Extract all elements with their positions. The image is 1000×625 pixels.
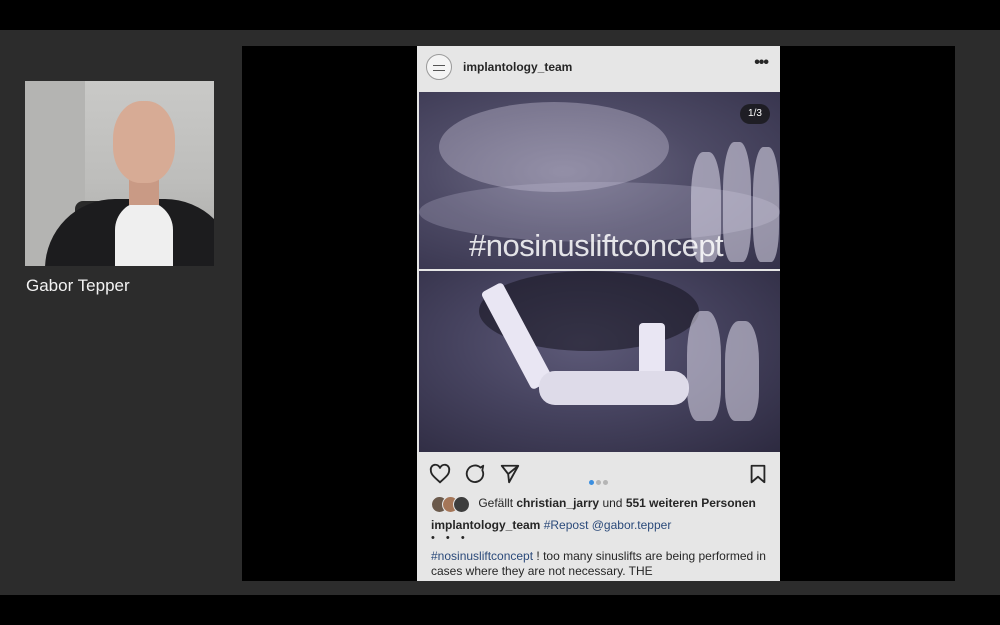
caption-mention[interactable]: @gabor.tepper: [592, 518, 672, 532]
likes-middle: und: [602, 496, 623, 511]
image-hashtag-overlay: #nosinusliftconcept: [469, 228, 724, 263]
xray-sinus: [439, 102, 669, 192]
caption-username[interactable]: implantology_team: [431, 518, 540, 532]
likes-others[interactable]: 551 weiteren Personen: [626, 496, 756, 510]
bookmark-icon[interactable]: [747, 463, 769, 485]
more-icon[interactable]: •••: [754, 54, 769, 72]
speaker-video: [25, 81, 214, 266]
liker-avatar: [453, 496, 470, 513]
caption-ellipsis: • • •: [431, 532, 469, 544]
post-header: implantology_team •••: [417, 46, 780, 90]
likes-line: Gefällt christian_jarry und 551 weiteren…: [431, 496, 756, 513]
xray-tooth: [725, 321, 759, 421]
carousel-dots: [589, 472, 610, 490]
speaker-shirt: [115, 201, 173, 266]
caption-text: #nosinusliftconcept ! too many sinuslift…: [431, 549, 771, 579]
top-black-bar: [0, 0, 1000, 30]
xray-tooth: [723, 142, 751, 262]
carousel-dot: [589, 480, 594, 485]
post-actions: [417, 460, 780, 488]
likes-user[interactable]: christian_jarry: [516, 496, 599, 510]
image-counter-badge: 1/3: [740, 104, 770, 124]
xray-tooth: [753, 147, 779, 262]
xray-image-before: 1/3 #nosinusliftconcept: [419, 92, 780, 269]
profile-avatar[interactable]: [426, 54, 452, 80]
share-icon[interactable]: [499, 463, 521, 485]
carousel-dot: [596, 480, 601, 485]
caption-hashtag[interactable]: #Repost: [544, 518, 589, 532]
xray-bridge: [539, 371, 689, 405]
likes-prefix: Gefällt: [478, 496, 514, 511]
post-username[interactable]: implantology_team: [463, 60, 572, 74]
bottom-black-bar: [0, 595, 1000, 625]
instagram-post: implantology_team ••• 1/3 #nosinusliftco…: [417, 46, 780, 581]
caption-line: implantology_team #Repost @gabor.tepper: [431, 518, 671, 532]
comment-icon[interactable]: [464, 463, 486, 485]
liker-avatars[interactable]: [431, 496, 471, 513]
caption-tag[interactable]: #nosinusliftconcept: [431, 549, 533, 563]
xray-tooth: [687, 311, 721, 421]
speaker-head: [113, 101, 175, 183]
xray-image-after: [419, 271, 780, 452]
speaker-name: Gabor Tepper: [26, 276, 130, 295]
heart-icon[interactable]: [429, 463, 451, 485]
carousel-dot: [603, 480, 608, 485]
